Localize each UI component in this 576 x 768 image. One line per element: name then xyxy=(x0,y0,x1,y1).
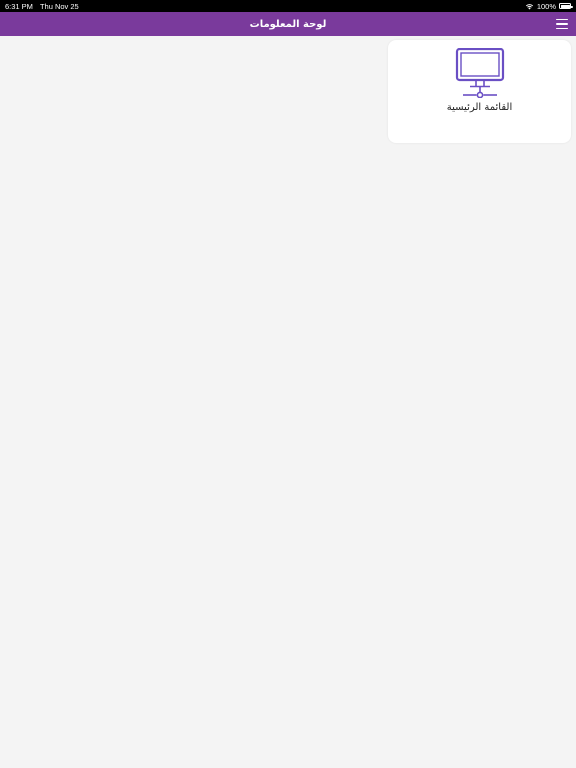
card-label: القائمة الرئيسية xyxy=(446,102,513,113)
battery-icon xyxy=(559,3,573,9)
menu-line xyxy=(556,19,568,21)
menu-line xyxy=(556,27,568,29)
nav-bar: لوحة المعلومات xyxy=(0,12,576,36)
status-right: 100% xyxy=(525,1,573,11)
status-time: 6:31 PM xyxy=(5,1,33,11)
battery-percent: 100% xyxy=(536,1,556,11)
menu-line xyxy=(556,23,568,25)
wifi-icon xyxy=(525,3,533,9)
hamburger-menu-icon[interactable] xyxy=(556,19,568,29)
main-menu-card[interactable]: القائمة الرئيسية xyxy=(388,40,571,143)
status-left: 6:31 PM Thu Nov 25 xyxy=(5,2,79,11)
status-bar: 6:31 PM Thu Nov 25 100% xyxy=(0,0,576,12)
status-date: Thu Nov 25 xyxy=(39,1,79,11)
page-title: لوحة المعلومات xyxy=(249,18,327,30)
battery-level xyxy=(560,4,570,8)
monitor-network-icon xyxy=(455,48,504,98)
